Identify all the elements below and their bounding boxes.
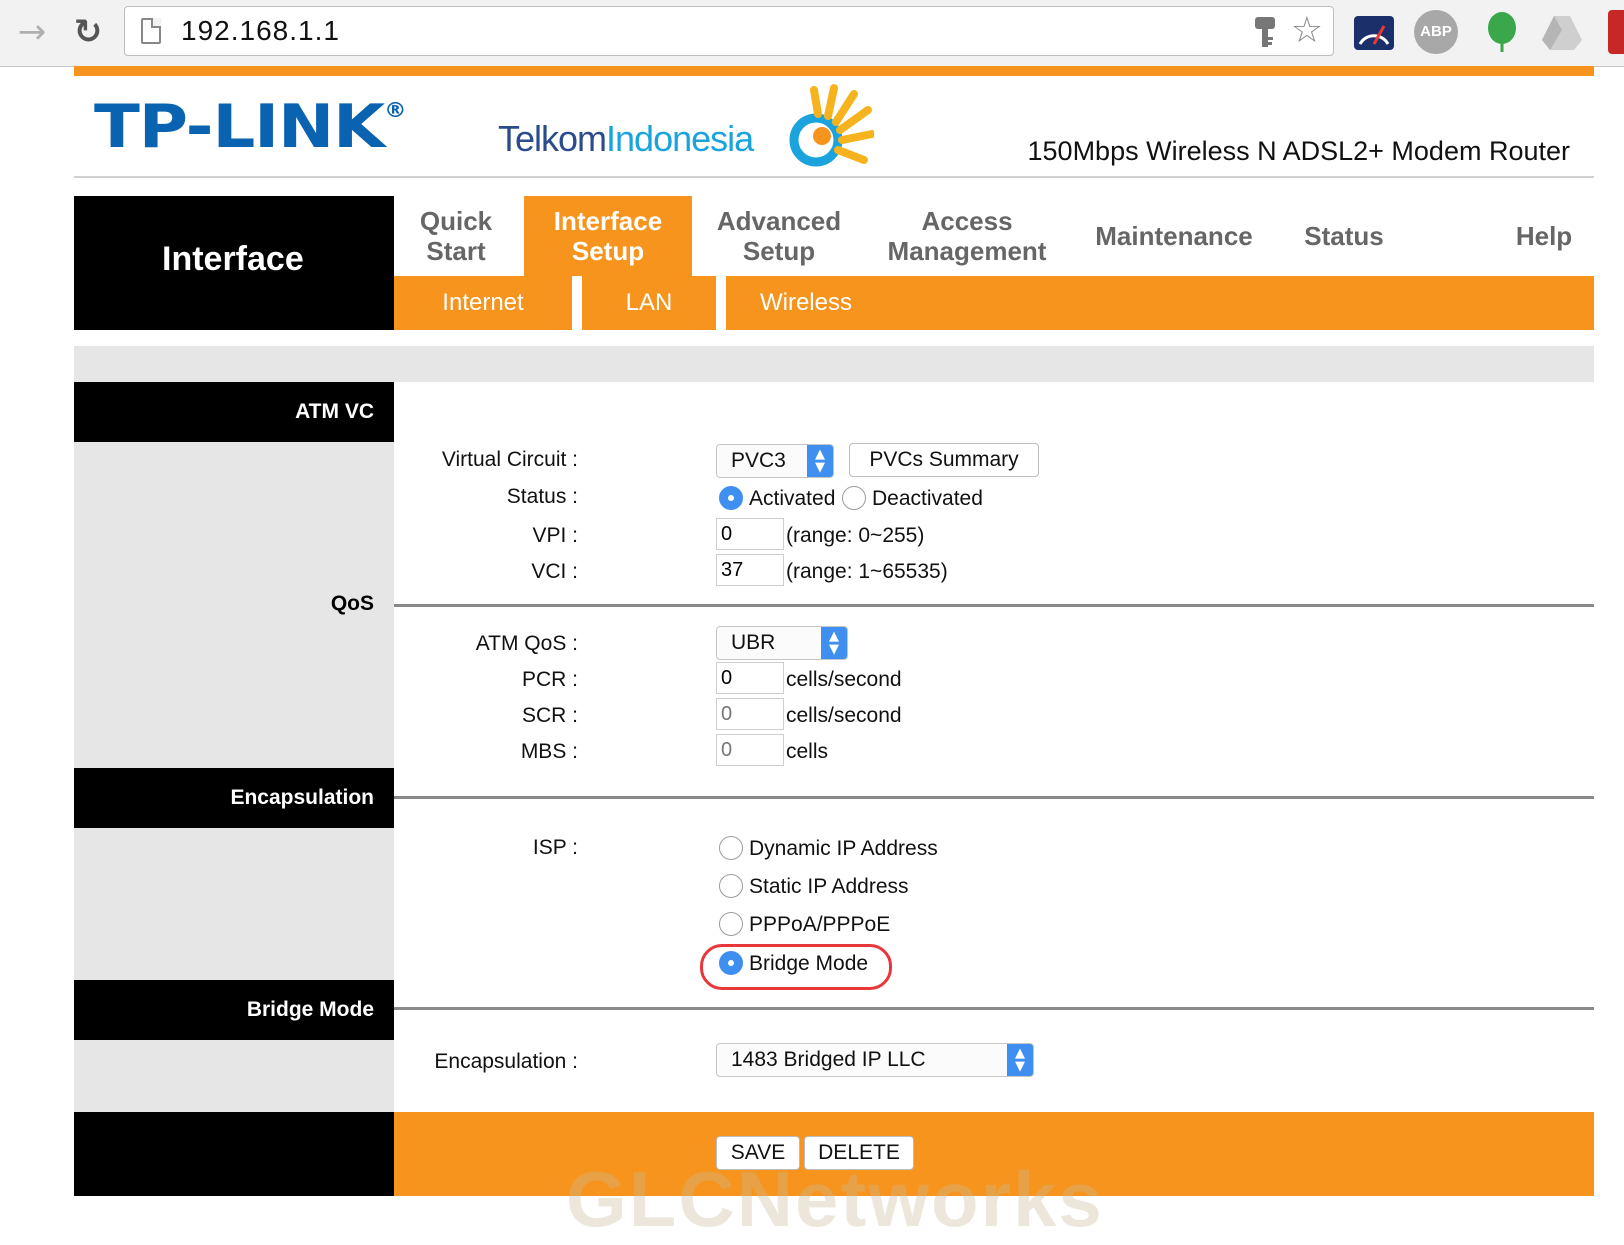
pcr-unit: cells/second bbox=[786, 668, 902, 691]
bridge-encapsulation-select[interactable]: 1483 Bridged IP LLC ▲ ▼ bbox=[716, 1043, 1034, 1077]
pdf-extension-icon[interactable] bbox=[1608, 10, 1624, 54]
telkom-sun-icon bbox=[789, 84, 874, 167]
isp-dynamic-ip-label: Dynamic IP Address bbox=[749, 837, 938, 860]
forward-arrow-icon[interactable]: → bbox=[12, 14, 52, 50]
virtual-circuit-label: Virtual Circuit : bbox=[441, 448, 578, 471]
mbs-unit: cells bbox=[786, 740, 829, 763]
mbs-label: MBS : bbox=[520, 740, 578, 763]
isp-static-ip-radio[interactable] bbox=[719, 874, 743, 898]
atm-qos-label: ATM QoS : bbox=[475, 632, 578, 655]
tab-status[interactable]: Status bbox=[1294, 196, 1394, 276]
subtab-wireless[interactable]: Wireless bbox=[726, 276, 886, 330]
tab-quick-start[interactable]: Quick Start bbox=[394, 196, 518, 276]
isp-label: ISP : bbox=[532, 836, 578, 859]
subtab-lan[interactable]: LAN bbox=[582, 276, 716, 330]
status-label: Status : bbox=[506, 485, 578, 508]
vpi-input[interactable]: 0 bbox=[716, 518, 784, 550]
evernote-icon[interactable] bbox=[1480, 10, 1524, 54]
bridge-encapsulation-label: Encapsulation : bbox=[434, 1050, 578, 1073]
highlight-annotation bbox=[700, 944, 892, 990]
pvcs-summary-button[interactable]: PVCs Summary bbox=[849, 443, 1039, 477]
tplink-logo: TP-LINK® bbox=[94, 92, 406, 162]
isp-static-ip-label: Static IP Address bbox=[749, 875, 909, 898]
telkom-logo: TelkomIndonesia bbox=[498, 118, 754, 160]
subtab-separator bbox=[572, 276, 582, 330]
chevron-updown-icon: ▲ ▼ bbox=[1007, 1044, 1033, 1076]
section-title: Interface bbox=[162, 240, 304, 278]
vci-input[interactable]: 37 bbox=[716, 554, 784, 586]
tab-maintenance[interactable]: Maintenance bbox=[1084, 196, 1264, 276]
bookmark-star-icon[interactable]: ☆ bbox=[1291, 11, 1323, 51]
address-bar[interactable]: 192.168.1.1 ☆ bbox=[124, 6, 1334, 56]
registered-mark: ® bbox=[384, 98, 406, 122]
subtab-internet[interactable]: Internet bbox=[394, 276, 572, 330]
adblock-plus-icon[interactable]: ABP bbox=[1414, 10, 1458, 54]
vpi-range: (range: 0~255) bbox=[786, 524, 925, 547]
section-label-qos: QoS bbox=[330, 592, 374, 615]
status-activated-label: Activated bbox=[749, 487, 836, 510]
page-icon bbox=[141, 18, 161, 44]
tab-interface-setup[interactable]: Interface Setup bbox=[524, 196, 692, 276]
tplink-wordmark: TP-LINK bbox=[94, 92, 385, 162]
section-title-block: Interface bbox=[74, 196, 394, 330]
status-deactivated-radio[interactable] bbox=[842, 486, 866, 510]
sub-nav: Internet LAN Wireless bbox=[394, 276, 1594, 330]
virtual-circuit-value: PVC3 bbox=[731, 449, 786, 472]
scr-label: SCR : bbox=[521, 704, 578, 727]
atm-qos-select[interactable]: UBR ▲ ▼ bbox=[716, 626, 848, 660]
tab-advanced-setup[interactable]: Advanced Setup bbox=[694, 196, 864, 276]
isp-pppoa-pppoe-label: PPPoA/PPPoE bbox=[749, 913, 891, 936]
google-drive-icon[interactable] bbox=[1540, 10, 1584, 54]
browser-toolbar: → ↻ 192.168.1.1 ☆ ABP bbox=[0, 0, 1624, 67]
virtual-circuit-select[interactable]: PVC3 ▲ ▼ bbox=[716, 444, 834, 478]
subtab-separator bbox=[716, 276, 726, 330]
atm-qos-value: UBR bbox=[731, 631, 776, 654]
section-label-bridge-mode: Bridge Mode bbox=[74, 980, 394, 1040]
chevron-updown-icon: ▲ ▼ bbox=[807, 445, 833, 477]
isp-pppoa-pppoe-radio[interactable] bbox=[719, 912, 743, 936]
router-banner: TP-LINK® TelkomIndonesia 150Mbps Wireles… bbox=[74, 76, 1594, 178]
model-name: 150Mbps Wireless N ADSL2+ Modem Router bbox=[1027, 136, 1570, 166]
scr-unit: cells/second bbox=[786, 704, 902, 727]
mbs-input[interactable]: 0 bbox=[716, 734, 784, 766]
telkom-wordmark-1: Telkom bbox=[498, 118, 607, 159]
pcr-label: PCR : bbox=[521, 668, 578, 691]
bridge-encapsulation-value: 1483 Bridged IP LLC bbox=[731, 1048, 926, 1071]
section-label-encapsulation: Encapsulation bbox=[74, 768, 394, 828]
vci-range: (range: 1~65535) bbox=[786, 560, 948, 583]
watermark: GLCNetworks bbox=[566, 1155, 1104, 1243]
tab-help[interactable]: Help bbox=[1504, 196, 1584, 276]
status-deactivated-label: Deactivated bbox=[872, 487, 983, 510]
section-divider bbox=[394, 604, 1594, 607]
tab-access-management[interactable]: Access Management bbox=[874, 196, 1060, 276]
vci-label: VCI : bbox=[531, 560, 578, 583]
scr-input[interactable]: 0 bbox=[716, 698, 784, 730]
section-label-atm-vc: ATM VC bbox=[74, 382, 394, 442]
abp-label: ABP bbox=[1420, 23, 1452, 40]
isp-dynamic-ip-radio[interactable] bbox=[719, 836, 743, 860]
content-top-strip bbox=[74, 346, 1594, 382]
section-divider bbox=[394, 796, 1594, 799]
footer-left-block bbox=[74, 1112, 394, 1196]
top-accent-strip bbox=[74, 66, 1594, 76]
vpi-label: VPI : bbox=[532, 524, 578, 547]
status-activated-radio[interactable] bbox=[719, 486, 743, 510]
url-text[interactable]: 192.168.1.1 bbox=[181, 15, 340, 47]
telkom-wordmark-2: Indonesia bbox=[606, 118, 754, 159]
key-icon[interactable] bbox=[1253, 15, 1277, 49]
speedtest-icon[interactable] bbox=[1352, 10, 1396, 54]
section-divider bbox=[394, 1007, 1594, 1010]
pcr-input[interactable]: 0 bbox=[716, 662, 784, 694]
reload-icon[interactable]: ↻ bbox=[68, 12, 108, 52]
chevron-updown-icon: ▲ ▼ bbox=[821, 627, 847, 659]
main-nav: Quick Start Interface Setup Advanced Set… bbox=[394, 196, 1594, 276]
